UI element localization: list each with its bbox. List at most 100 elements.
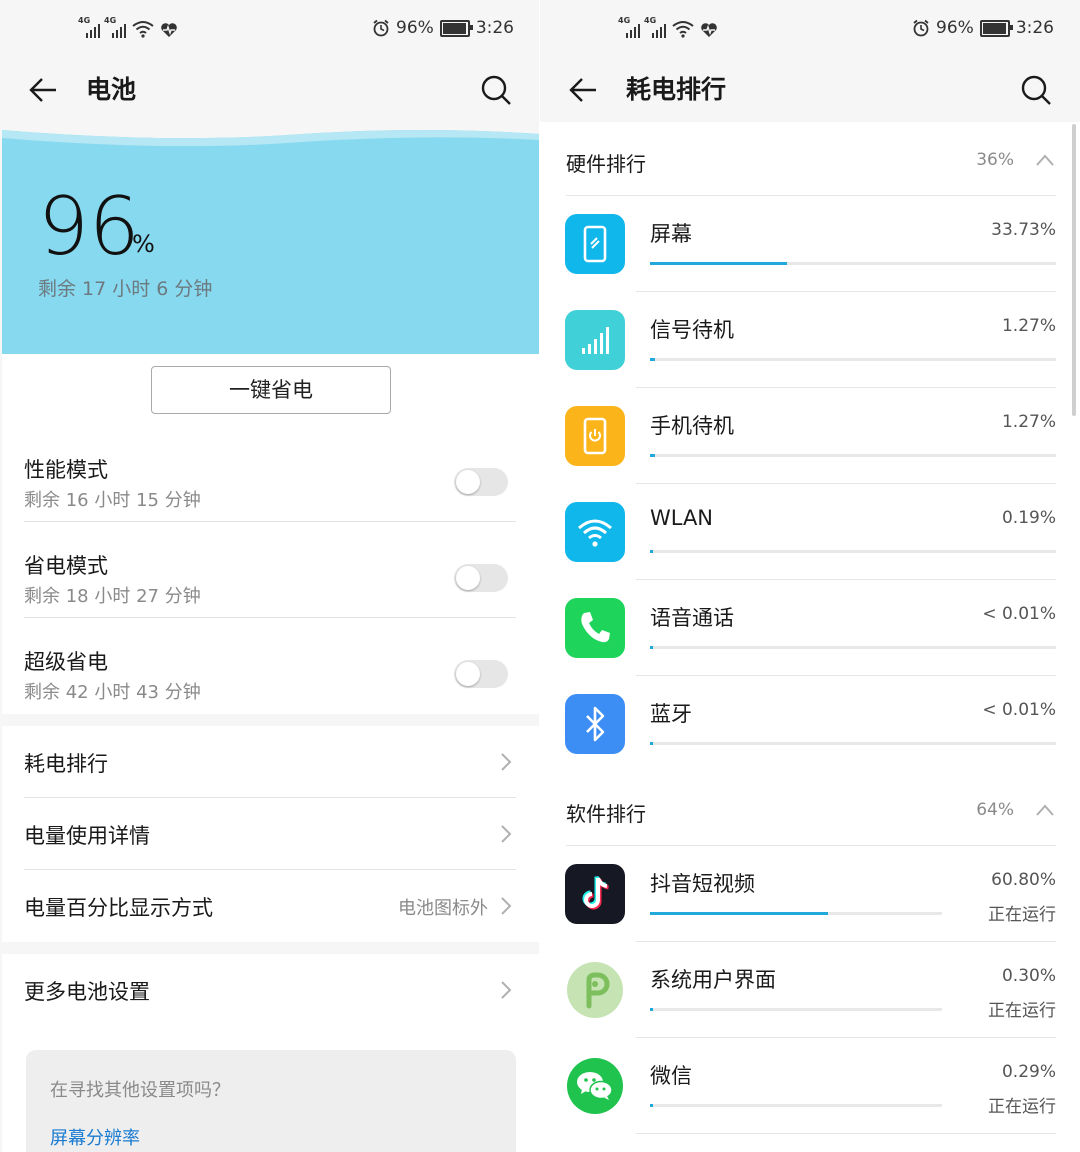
app-bar: 耗电排行 [540, 62, 1080, 122]
page-title: 电池 [86, 75, 137, 104]
chevron-up-icon[interactable] [1036, 804, 1054, 816]
hardware-ranking-header[interactable]: 硬件排行 36% [566, 124, 1056, 196]
status-icons-left: 4G 4G [618, 16, 718, 38]
item-percent: 0.30% [1001, 966, 1056, 986]
nav-value: 电池图标外 [398, 898, 488, 919]
battery-icon [979, 19, 1013, 37]
hardware-item-signal[interactable]: 信号待机 1.27% [540, 292, 1080, 388]
usage-bar-fill [650, 1104, 653, 1107]
section-title: 软件排行 [566, 802, 646, 826]
battery-level-card: 96 % 剩余 17 小时 6 分钟 [2, 122, 540, 354]
battery-icon [439, 19, 473, 37]
section-title: 硬件排行 [566, 152, 646, 176]
nav-title: 电量使用详情 [24, 824, 150, 848]
item-status: 正在运行 [988, 905, 1056, 925]
section-percent: 64% [976, 800, 1014, 820]
item-name: 抖音短视频 [650, 872, 755, 896]
nav-title: 更多电池设置 [24, 980, 150, 1004]
item-name: 语音通话 [650, 606, 734, 630]
item-percent: 0.29% [1001, 1062, 1056, 1082]
chevron-right-icon [501, 753, 512, 771]
divider [636, 1133, 1056, 1134]
battery-level-value: 96 [38, 180, 140, 273]
nav-row-more-settings[interactable]: 更多电池设置 [24, 954, 516, 1026]
wifi-icon [565, 502, 625, 562]
performance-mode-toggle[interactable] [454, 468, 508, 496]
nav-row-power-ranking[interactable]: 耗电排行 [24, 726, 516, 798]
status-icons-left: 4G 4G [78, 16, 178, 38]
suggestion-question: 在寻找其他设置项吗？ [50, 1080, 230, 1101]
search-icon[interactable] [478, 72, 514, 108]
android-p-icon [565, 960, 625, 1020]
software-item-douyin[interactable]: 抖音短视频 60.80% 正在运行 [540, 846, 1080, 942]
wifi-icon [132, 21, 154, 38]
item-name: 手机待机 [650, 414, 734, 438]
item-percent: 0.19% [1001, 508, 1056, 528]
mode-subtitle: 剩余 42 小时 43 分钟 [24, 682, 201, 703]
item-name: 屏幕 [650, 222, 692, 246]
page-title: 耗电排行 [626, 75, 727, 104]
item-name: WLAN [650, 506, 714, 530]
item-percent: 60.80% [991, 870, 1056, 890]
suggestion-card: 在寻找其他设置项吗？ 屏幕分辨率 [26, 1050, 516, 1152]
mode-title: 性能模式 [24, 458, 108, 482]
power-saving-toggle[interactable] [454, 564, 508, 592]
search-icon[interactable] [1018, 72, 1054, 108]
wave-decoration [2, 122, 540, 147]
usage-bar [650, 646, 1056, 649]
usage-bar [650, 1104, 942, 1107]
battery-screen: 4G 4G 96% 3:26 电池 96 % 剩余 17 小时 6 分钟 一键省… [0, 0, 540, 1152]
usage-bar [650, 262, 1056, 265]
usage-bar-fill [650, 262, 787, 265]
nav-title: 耗电排行 [24, 752, 108, 776]
chevron-right-icon [501, 981, 512, 999]
usage-bar-fill [650, 550, 653, 553]
ranking-screen: 4G 4G 96% 3:26 耗电排行 硬件排行 36% 屏幕 33.73% 信… [540, 0, 1080, 1152]
software-item-system-ui[interactable]: 系统用户界面 0.30% 正在运行 [540, 942, 1080, 1038]
chevron-right-icon [501, 897, 512, 915]
status-icons-right: 96% 3:26 [912, 18, 1054, 38]
mode-row-ultra-saving[interactable]: 超级省电 剩余 42 小时 43 分钟 [24, 618, 516, 714]
one-tap-save-button[interactable]: 一键省电 [151, 366, 391, 414]
tiktok-icon [565, 864, 625, 924]
nav-title: 电量百分比显示方式 [24, 896, 213, 920]
mode-subtitle: 剩余 18 小时 27 分钟 [24, 586, 201, 607]
usage-bar-fill [650, 646, 653, 649]
software-item-wechat[interactable]: 微信 0.29% 正在运行 [540, 1038, 1080, 1134]
usage-bar-fill [650, 358, 655, 361]
suggestion-link[interactable]: 屏幕分辨率 [50, 1124, 140, 1150]
battery-percent: 96% [936, 18, 974, 38]
item-status: 正在运行 [988, 1097, 1056, 1117]
clock: 3:26 [1015, 18, 1054, 38]
signal-icon: 4G [644, 16, 666, 38]
phone-call-icon [565, 598, 625, 658]
phone-standby-icon [565, 406, 625, 466]
hardware-item-bluetooth[interactable]: 蓝牙 < 0.01% [540, 676, 1080, 772]
item-percent: 33.73% [991, 220, 1056, 240]
nav-row-percentage-display[interactable]: 电量百分比显示方式 电池图标外 [24, 870, 516, 942]
battery-percent: 96% [396, 18, 434, 38]
software-ranking-header[interactable]: 软件排行 64% [566, 774, 1056, 846]
ultra-saving-toggle[interactable] [454, 660, 508, 688]
item-percent: 1.27% [1001, 316, 1056, 336]
wifi-icon [672, 21, 694, 38]
mode-row-power-saving[interactable]: 省电模式 剩余 18 小时 27 分钟 [24, 522, 516, 618]
hardware-item-voice-call[interactable]: 语音通话 < 0.01% [540, 580, 1080, 676]
usage-bar [650, 742, 1056, 745]
mode-row-performance[interactable]: 性能模式 剩余 16 小时 15 分钟 [24, 426, 516, 522]
hardware-item-phone-standby[interactable]: 手机待机 1.27% [540, 388, 1080, 484]
chevron-up-icon[interactable] [1036, 154, 1054, 166]
alarm-icon [373, 19, 389, 37]
mode-title: 超级省电 [24, 650, 108, 674]
back-arrow-icon[interactable] [26, 72, 62, 108]
section-percent: 36% [976, 150, 1014, 170]
nav-row-usage-details[interactable]: 电量使用详情 [24, 798, 516, 870]
screen-icon [565, 214, 625, 274]
hardware-item-wlan[interactable]: WLAN 0.19% [540, 484, 1080, 580]
usage-bar-fill [650, 912, 828, 915]
status-bar: 4G 4G 96% 3:26 [540, 0, 1080, 62]
hardware-item-screen[interactable]: 屏幕 33.73% [540, 196, 1080, 292]
back-arrow-icon[interactable] [566, 72, 602, 108]
status-bar: 4G 4G 96% 3:26 [0, 0, 540, 62]
chevron-right-icon [501, 825, 512, 843]
